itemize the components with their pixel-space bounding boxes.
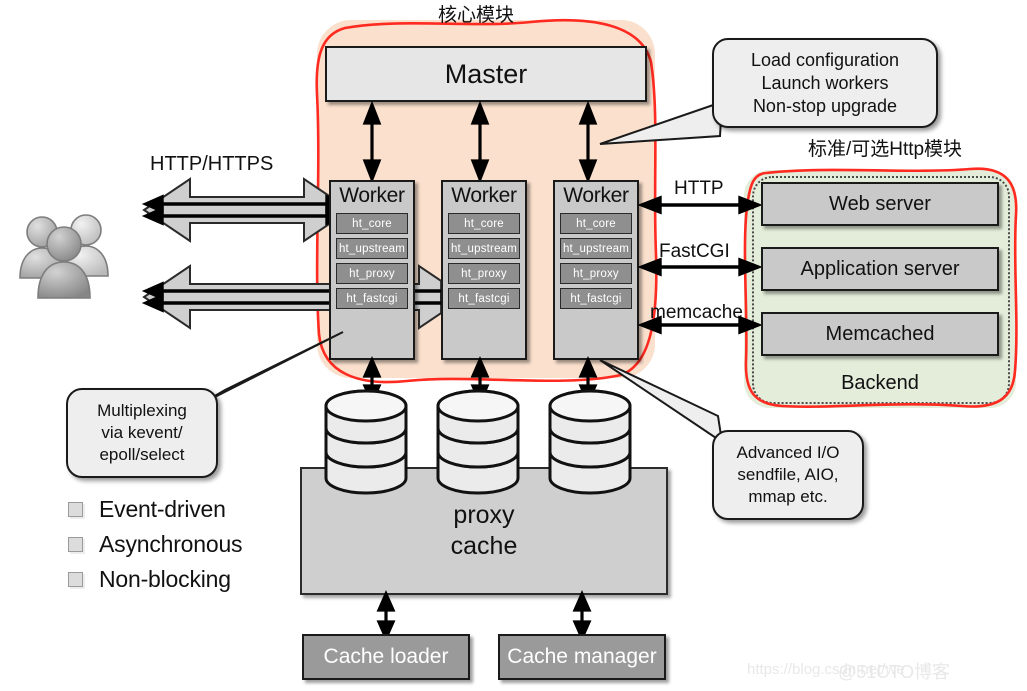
master-box[interactable]: Master bbox=[325, 46, 647, 102]
core-region-title: 核心模块 bbox=[437, 5, 514, 26]
worker-box-3[interactable]: Worker ht_core ht_upstream ht_proxy ht_f… bbox=[553, 180, 639, 360]
square-bullet-icon bbox=[68, 572, 83, 587]
users-icon bbox=[19, 214, 109, 299]
advanced-io-callout-tail bbox=[599, 359, 724, 445]
list-item: Event-driven bbox=[68, 492, 298, 527]
backend-memcached[interactable]: Memcached bbox=[761, 312, 999, 356]
square-bullet-icon bbox=[68, 502, 83, 517]
feature-label: Non-blocking bbox=[99, 566, 231, 592]
worker-module-ht-core[interactable]: ht_core bbox=[560, 213, 632, 234]
master-callout-tail bbox=[599, 100, 724, 145]
master-worker-arrows bbox=[362, 100, 598, 184]
worker-title: Worker bbox=[451, 184, 517, 207]
multiplexing-callout: Multiplexing via kevent/epoll/select bbox=[66, 388, 218, 478]
backend-label: Backend bbox=[841, 372, 919, 394]
worker-module-ht-proxy[interactable]: ht_proxy bbox=[336, 263, 408, 284]
proxy-cache-label: proxy cache bbox=[450, 501, 518, 560]
worker-title: Worker bbox=[563, 184, 629, 207]
cache-process-arrows bbox=[376, 590, 592, 642]
list-item: Non-blocking bbox=[68, 562, 298, 597]
worker-module-ht-upstream[interactable]: ht_upstream bbox=[560, 238, 632, 259]
worker-module-ht-fastcgi[interactable]: ht_fastcgi bbox=[560, 288, 632, 309]
worker-backend-arrows bbox=[637, 195, 763, 335]
list-item: Asynchronous bbox=[68, 527, 298, 562]
features-list: Event-driven Asynchronous Non-blocking bbox=[68, 492, 298, 597]
feature-label: Event-driven bbox=[99, 496, 226, 522]
worker-module-ht-upstream[interactable]: ht_upstream bbox=[336, 238, 408, 259]
worker-module-ht-core[interactable]: ht_core bbox=[336, 213, 408, 234]
client-request-arrow-top bbox=[141, 177, 352, 243]
backend-application-server[interactable]: Application server bbox=[761, 247, 999, 291]
watermark-site: @51CTO博客 bbox=[838, 662, 950, 682]
advanced-io-callout: Advanced I/O sendfile, AIO, mmap etc. bbox=[712, 430, 864, 520]
worker-box-2[interactable]: Worker ht_core ht_upstream ht_proxy ht_f… bbox=[441, 180, 527, 360]
client-protocol-label: HTTP/HTTPS bbox=[150, 153, 274, 175]
client-request-arrow-bottom bbox=[141, 264, 467, 330]
feature-label: Asynchronous bbox=[99, 531, 243, 557]
diagram-canvas: 核心模块 标准/可选Http模块 HTTP/HTTPS Master Worke… bbox=[0, 0, 1027, 691]
worker-module-ht-proxy[interactable]: ht_proxy bbox=[560, 263, 632, 284]
worker-module-ht-proxy[interactable]: ht_proxy bbox=[448, 263, 520, 284]
http-region-title: 标准/可选Http模块 bbox=[807, 139, 963, 160]
cache-manager-box[interactable]: Cache manager bbox=[498, 634, 666, 680]
disk-cylinder-2 bbox=[436, 389, 520, 495]
multiplexing-callout-tail bbox=[200, 331, 344, 405]
worker-module-ht-fastcgi[interactable]: ht_fastcgi bbox=[336, 288, 408, 309]
cache-loader-box[interactable]: Cache loader bbox=[302, 634, 470, 680]
backend-web-server[interactable]: Web server bbox=[761, 182, 999, 226]
worker-module-ht-upstream[interactable]: ht_upstream bbox=[448, 238, 520, 259]
worker-module-ht-fastcgi[interactable]: ht_fastcgi bbox=[448, 288, 520, 309]
master-callout: Load configuration Launch workers Non-stop… bbox=[712, 38, 938, 128]
worker-module-ht-core[interactable]: ht_core bbox=[448, 213, 520, 234]
square-bullet-icon bbox=[68, 537, 83, 552]
worker-title: Worker bbox=[339, 184, 405, 207]
